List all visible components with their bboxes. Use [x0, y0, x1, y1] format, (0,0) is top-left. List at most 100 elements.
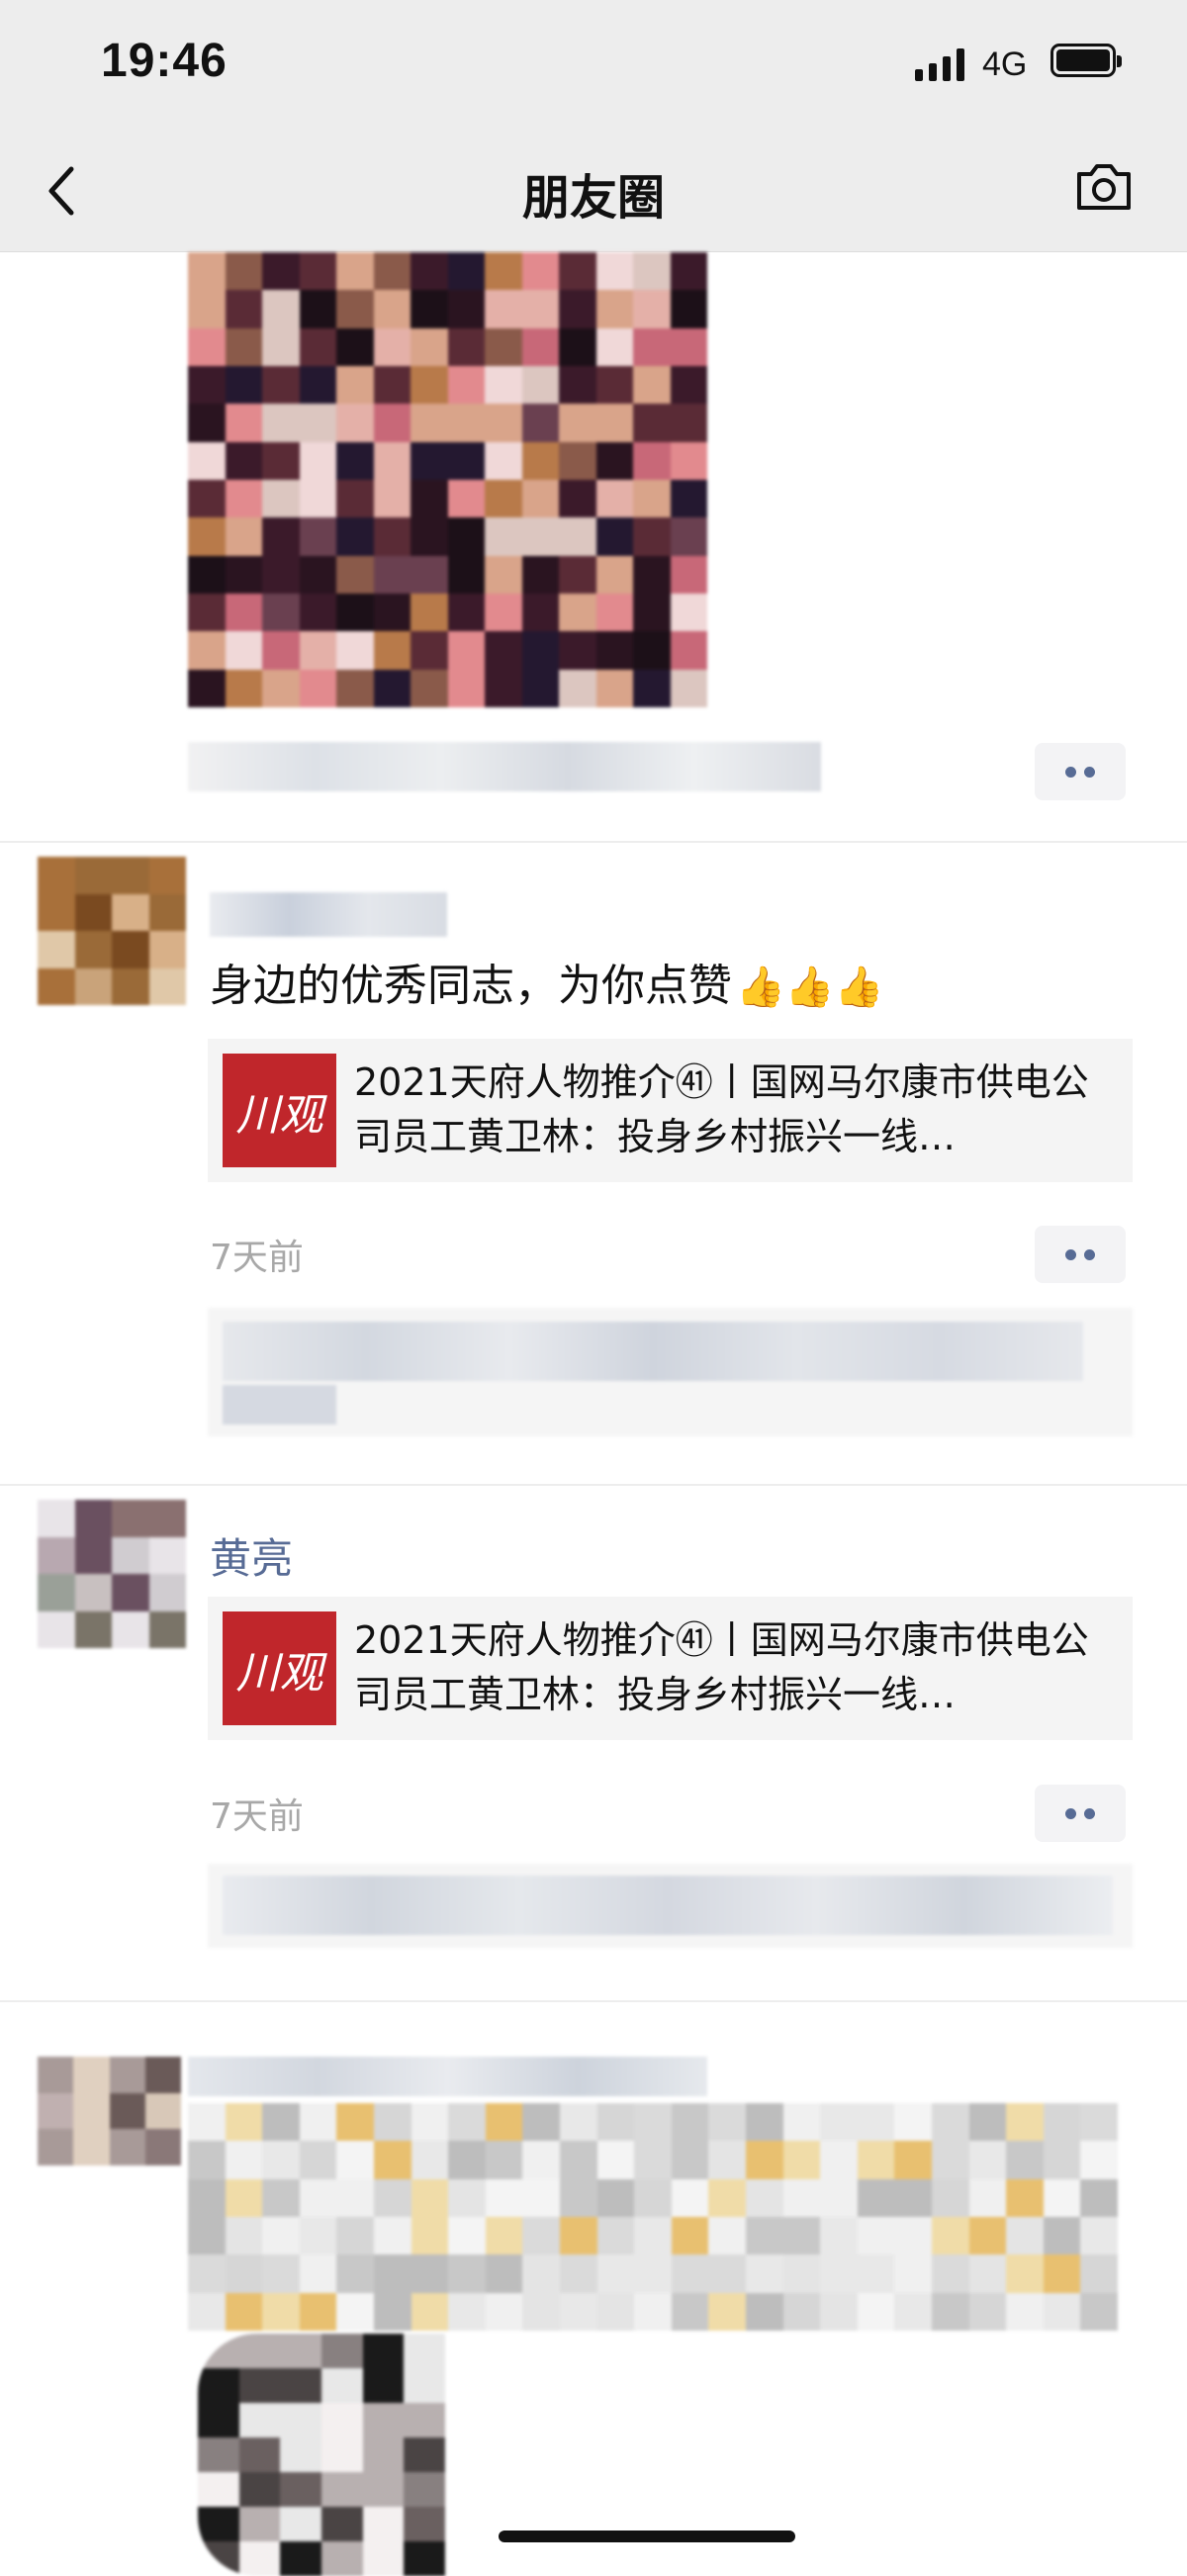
mosaic-cell: [1043, 2254, 1081, 2293]
mosaic-cell: [299, 479, 336, 518]
mosaic-cell: [634, 2103, 672, 2142]
mosaic-cell: [782, 2141, 821, 2179]
mosaic-cell: [299, 327, 336, 366]
mosaic-cell: [336, 2216, 374, 2255]
mosaic-cell: [148, 893, 186, 931]
mosaic-cell: [262, 365, 300, 405]
pixelated-photo[interactable]: [188, 252, 707, 707]
mosaic-cell: [745, 2141, 783, 2179]
mosaic-cell: [188, 555, 226, 594]
mosaic-cell: [448, 2216, 486, 2255]
mosaic-cell: [373, 669, 411, 707]
mosaic-cell: [238, 2368, 281, 2403]
mosaic-cell: [521, 404, 559, 442]
mosaic-cell: [411, 404, 448, 442]
pixelated-text: [188, 742, 821, 791]
mosaic-cell: [522, 2216, 560, 2255]
mosaic-cell: [522, 2178, 560, 2217]
mosaic-cell: [671, 2254, 709, 2293]
mosaic-cell: [188, 517, 226, 556]
mosaic-cell: [38, 967, 75, 1005]
mosaic-cell: [373, 252, 411, 291]
camera-icon[interactable]: [1071, 158, 1137, 218]
mosaic-cell: [362, 2334, 405, 2368]
mosaic-cell: [782, 2254, 821, 2293]
mosaic-cell: [633, 593, 671, 632]
mosaic-cell: [112, 857, 149, 894]
mosaic-cell: [225, 669, 262, 707]
mosaic-cell: [559, 669, 596, 707]
shared-article-card[interactable]: 川观 2021天府人物推介㊶丨国网马尔康市供电公司员工黄卫林：投身乡村振兴一线…: [208, 1597, 1133, 1740]
mosaic-cell: [225, 631, 262, 670]
mosaic-cell: [634, 2292, 672, 2331]
mosaic-cell: [225, 327, 262, 366]
mosaic-cell: [299, 517, 336, 556]
signal-icon: [915, 47, 964, 81]
mosaic-cell: [595, 290, 633, 328]
mosaic-cell: [299, 365, 336, 405]
mosaic-cell: [73, 2129, 110, 2165]
more-button[interactable]: [1035, 743, 1126, 800]
mosaic-cell: [448, 2254, 486, 2293]
mosaic-cell: [559, 2254, 597, 2293]
home-indicator[interactable]: [499, 2530, 795, 2542]
mosaic-cell: [321, 2438, 363, 2472]
avatar[interactable]: [38, 2057, 181, 2165]
mosaic-cell: [38, 1574, 75, 1611]
more-button[interactable]: [1035, 1226, 1126, 1283]
mosaic-cell: [411, 2216, 449, 2255]
mosaic-cell: [633, 327, 671, 366]
more-button[interactable]: [1035, 1785, 1126, 1842]
mosaic-cell: [745, 2103, 783, 2142]
mosaic-cell: [671, 2141, 709, 2179]
avatar[interactable]: [38, 1500, 186, 1648]
mosaic-cell: [671, 2216, 709, 2255]
mosaic-cell: [670, 252, 707, 291]
mosaic-cell: [447, 479, 485, 518]
mosaic-cell: [559, 517, 596, 556]
mosaic-cell: [670, 517, 707, 556]
pixelated-photo[interactable]: [198, 2334, 445, 2576]
mosaic-cell: [447, 555, 485, 594]
mosaic-cell: [238, 2403, 281, 2438]
mosaic-cell: [225, 290, 262, 328]
mosaic-cell: [373, 2254, 411, 2293]
mosaic-cell: [38, 1610, 75, 1648]
avatar[interactable]: [38, 857, 186, 1005]
mosaic-cell: [336, 517, 374, 556]
mosaic-cell: [336, 290, 374, 328]
mosaic-cell: [411, 365, 448, 405]
mosaic-cell: [262, 2141, 300, 2179]
mosaic-cell: [404, 2334, 445, 2368]
mosaic-cell: [74, 1536, 112, 1574]
mosaic-cell: [373, 517, 411, 556]
mosaic-cell: [1043, 2178, 1081, 2217]
mosaic-cell: [238, 2334, 281, 2368]
poster-name[interactable]: 黄亮: [210, 1525, 293, 1586]
mosaic-cell: [670, 593, 707, 632]
mosaic-cell: [521, 252, 559, 291]
mosaic-cell: [634, 2254, 672, 2293]
mosaic-cell: [595, 365, 633, 405]
feed-post-partial: [0, 252, 1187, 843]
mosaic-cell: [198, 2507, 239, 2541]
mosaic-cell: [820, 2254, 858, 2293]
mosaic-cell: [73, 2057, 110, 2093]
mosaic-cell: [595, 327, 633, 366]
mosaic-cell: [670, 479, 707, 518]
mosaic-cell: [299, 2292, 337, 2331]
battery-icon: [1050, 44, 1122, 77]
mosaic-cell: [521, 327, 559, 366]
mosaic-cell: [857, 2141, 895, 2179]
mosaic-cell: [447, 365, 485, 405]
mosaic-cell: [225, 2178, 263, 2217]
mosaic-cell: [968, 2178, 1007, 2217]
status-bar: 19:46 4G: [0, 0, 1187, 129]
mosaic-cell: [708, 2216, 746, 2255]
mosaic-cell: [968, 2216, 1007, 2255]
mosaic-cell: [299, 404, 336, 442]
thumbs-up-emoji-icon: 👍👍👍: [736, 965, 884, 1010]
shared-article-card[interactable]: 川观 2021天府人物推介㊶丨国网马尔康市供电公司员工黄卫林：投身乡村振兴一线…: [208, 1039, 1133, 1182]
mosaic-cell: [411, 631, 448, 670]
mosaic-cell: [188, 2292, 226, 2331]
